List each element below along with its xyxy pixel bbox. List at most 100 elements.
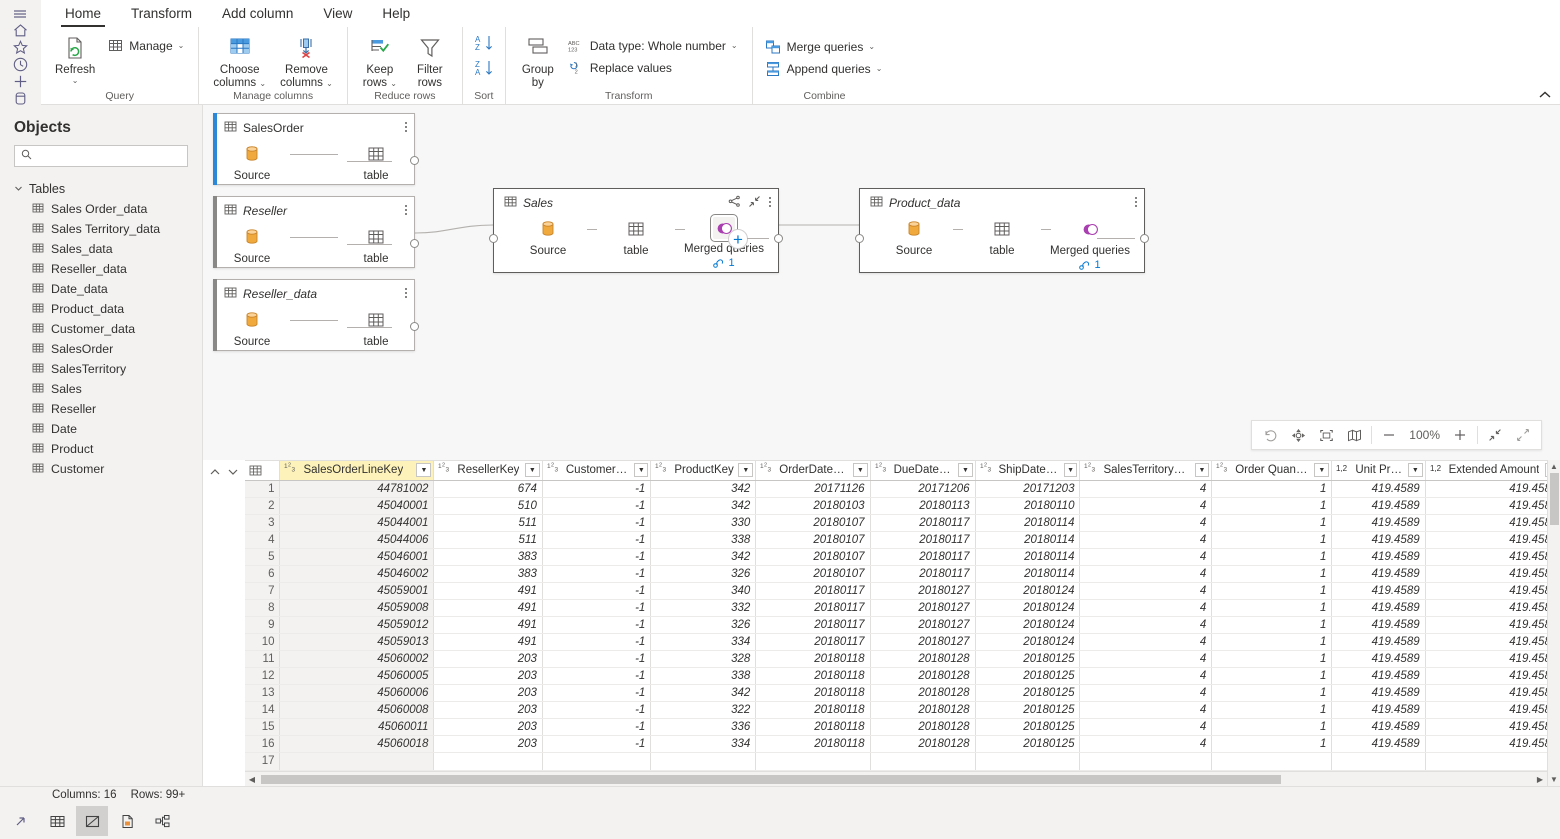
- cell-customerkey[interactable]: -1: [542, 531, 650, 548]
- cell-orderdatekey[interactable]: 20180103: [756, 497, 870, 514]
- table-row[interactable]: 845059008491-133220180117201801272018012…: [245, 599, 1547, 616]
- cell-order-quantity[interactable]: 1: [1212, 684, 1332, 701]
- cell-productkey[interactable]: 326: [651, 565, 756, 582]
- row-number[interactable]: 12: [245, 667, 280, 684]
- tree-item-sales[interactable]: Sales: [0, 379, 202, 399]
- append-queries-button[interactable]: Append queries ⌄: [761, 59, 889, 79]
- cell-productkey[interactable]: 340: [651, 582, 756, 599]
- output-port[interactable]: [1140, 234, 1149, 243]
- diagram-canvas[interactable]: SalesOrder Source: [203, 105, 1560, 460]
- row-number[interactable]: 8: [245, 599, 280, 616]
- cell-unit-price[interactable]: 419.4589: [1332, 531, 1425, 548]
- mini-map-icon[interactable]: [1340, 421, 1368, 449]
- cell-duedatekey[interactable]: 20180117: [870, 514, 975, 531]
- cell-productkey[interactable]: 338: [651, 667, 756, 684]
- table-row[interactable]: 745059001491-134020180117201801272018012…: [245, 582, 1547, 599]
- add-step-button[interactable]: +: [728, 229, 748, 249]
- cell-duedatekey[interactable]: [870, 752, 975, 770]
- tree-item-sales-territory-data[interactable]: Sales Territory_data: [0, 219, 202, 239]
- cell-salesorderlinekey[interactable]: [280, 752, 434, 770]
- more-options-icon[interactable]: [768, 195, 772, 212]
- step-reference-badge[interactable]: 1: [1079, 259, 1100, 271]
- cell-extended-amount[interactable]: 419.4589: [1425, 548, 1547, 565]
- input-port[interactable]: [489, 234, 498, 243]
- cell-salesorderlinekey[interactable]: 45060002: [280, 650, 434, 667]
- cell-resellerkey[interactable]: 203: [434, 718, 542, 735]
- cell-resellerkey[interactable]: 203: [434, 684, 542, 701]
- create-plus-icon[interactable]: [0, 73, 41, 90]
- cell-productkey[interactable]: 332: [651, 599, 756, 616]
- column-header-shipdatekey[interactable]: 123ShipDateKey▼: [975, 461, 1080, 480]
- cell-shipdatekey[interactable]: 20180114: [975, 548, 1080, 565]
- cell-duedatekey[interactable]: 20180127: [870, 633, 975, 650]
- cell-order-quantity[interactable]: 1: [1212, 735, 1332, 752]
- hamburger-menu-icon[interactable]: [0, 6, 41, 22]
- cell-salesorderlinekey[interactable]: 45044006: [280, 531, 434, 548]
- zoom-in-plus-icon[interactable]: [1446, 421, 1474, 449]
- cell-orderdatekey[interactable]: 20180117: [756, 633, 870, 650]
- query-step-table[interactable]: table: [597, 217, 675, 257]
- data-type-button[interactable]: ABC 123 Data type: Whole number ⌄: [564, 36, 744, 56]
- tree-item-sales-data[interactable]: Sales_data: [0, 239, 202, 259]
- cell-orderdatekey[interactable]: 20180107: [756, 531, 870, 548]
- query-step-source[interactable]: Source: [214, 142, 290, 182]
- column-header-duedatekey[interactable]: 123DueDateKey▼: [870, 461, 975, 480]
- keep-rows-chevron-down-icon[interactable]: ⌄: [390, 79, 397, 88]
- cell-resellerkey[interactable]: 491: [434, 599, 542, 616]
- output-port[interactable]: [410, 322, 419, 331]
- cell-order-quantity[interactable]: 1: [1212, 531, 1332, 548]
- cell-salesorderlinekey[interactable]: 45044001: [280, 514, 434, 531]
- cell-shipdatekey[interactable]: 20180125: [975, 735, 1080, 752]
- cell-resellerkey[interactable]: 203: [434, 701, 542, 718]
- cell-customerkey[interactable]: -1: [542, 565, 650, 582]
- cell-shipdatekey[interactable]: 20180125: [975, 667, 1080, 684]
- cell-shipdatekey[interactable]: 20180110: [975, 497, 1080, 514]
- cell-salesterritorykey[interactable]: [1080, 752, 1212, 770]
- cell-unit-price[interactable]: 419.4589: [1332, 735, 1425, 752]
- query-step-source[interactable]: Source: [214, 225, 290, 265]
- cell-salesorderlinekey[interactable]: 45060018: [280, 735, 434, 752]
- row-number[interactable]: 17: [245, 752, 280, 770]
- cell-order-quantity[interactable]: 1: [1212, 565, 1332, 582]
- cell-duedatekey[interactable]: 20180113: [870, 497, 975, 514]
- expand-all-icon[interactable]: [1509, 421, 1537, 449]
- table-row[interactable]: 1645060018203-13342018011820180128201801…: [245, 735, 1547, 752]
- row-number[interactable]: 6: [245, 565, 280, 582]
- cell-salesterritorykey[interactable]: 4: [1080, 497, 1212, 514]
- keep-rows-button[interactable]: Keep rows ⌄: [356, 31, 404, 90]
- scroll-left-icon[interactable]: ◀: [245, 775, 259, 784]
- column-filter-button[interactable]: ▼: [958, 463, 972, 477]
- row-number[interactable]: 7: [245, 582, 280, 599]
- cell-customerkey[interactable]: -1: [542, 599, 650, 616]
- cell-salesterritorykey[interactable]: 4: [1080, 735, 1212, 752]
- tree-item-salesterritory[interactable]: SalesTerritory: [0, 359, 202, 379]
- cell-customerkey[interactable]: -1: [542, 497, 650, 514]
- cell-salesorderlinekey[interactable]: 45059001: [280, 582, 434, 599]
- cell-duedatekey[interactable]: 20180117: [870, 531, 975, 548]
- cell-customerkey[interactable]: -1: [542, 480, 650, 497]
- cell-customerkey[interactable]: [542, 752, 650, 770]
- fit-to-screen-icon[interactable]: [1312, 421, 1340, 449]
- row-number[interactable]: 16: [245, 735, 280, 752]
- scroll-down-icon[interactable]: ▼: [1550, 775, 1558, 784]
- table-row[interactable]: 245040001510-134220180103201801132018011…: [245, 497, 1547, 514]
- zoom-out-minus-icon[interactable]: [1375, 421, 1403, 449]
- cell-unit-price[interactable]: 419.4589: [1332, 701, 1425, 718]
- data-type-chevron-down-icon[interactable]: ⌄: [731, 42, 738, 50]
- cell-salesterritorykey[interactable]: 4: [1080, 565, 1212, 582]
- cell-extended-amount[interactable]: 419.4589: [1425, 480, 1547, 497]
- merge-queries-chevron-down-icon[interactable]: ⌄: [868, 43, 875, 51]
- row-number[interactable]: 15: [245, 718, 280, 735]
- cell-orderdatekey[interactable]: 20180117: [756, 582, 870, 599]
- tree-item-product-data[interactable]: Product_data: [0, 299, 202, 319]
- cell-duedatekey[interactable]: 20180128: [870, 650, 975, 667]
- table-row[interactable]: 645046002383-132620180107201801172018011…: [245, 565, 1547, 582]
- cell-orderdatekey[interactable]: 20180107: [756, 565, 870, 582]
- query-card-reseller[interactable]: Reseller Source: [213, 196, 415, 268]
- column-filter-button[interactable]: ▼: [1314, 463, 1329, 477]
- cell-extended-amount[interactable]: 419.4589: [1425, 497, 1547, 514]
- cell-order-quantity[interactable]: 1: [1212, 718, 1332, 735]
- cell-unit-price[interactable]: 419.4589: [1332, 582, 1425, 599]
- manage-chevron-down-icon[interactable]: ⌄: [178, 42, 185, 50]
- column-header-customerkey[interactable]: 123CustomerKey▼: [542, 461, 650, 480]
